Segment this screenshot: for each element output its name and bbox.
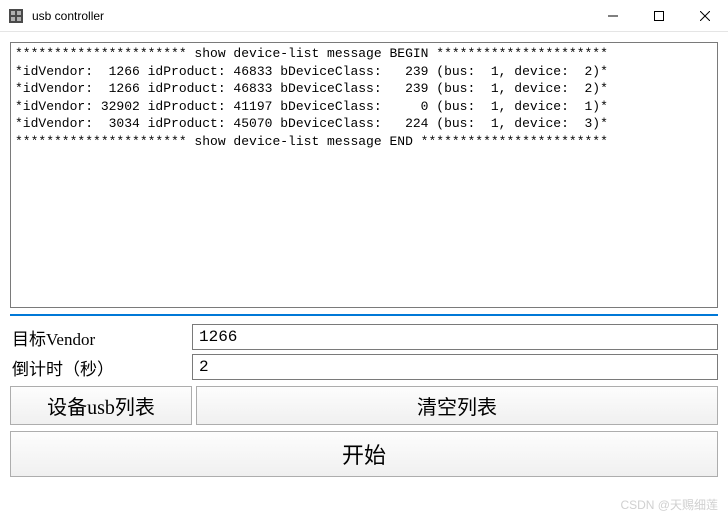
close-button[interactable] [682, 0, 728, 31]
content-area: ********************** show device-list … [0, 32, 728, 519]
separator [10, 314, 718, 316]
title-bar: usb controller [0, 0, 728, 32]
start-button[interactable]: 开始 [10, 431, 718, 477]
vendor-row: 目标Vendor [10, 324, 718, 350]
maximize-button[interactable] [636, 0, 682, 31]
log-output[interactable]: ********************** show device-list … [10, 42, 718, 308]
countdown-label: 倒计时（秒） [10, 355, 192, 380]
vendor-label: 目标Vendor [10, 325, 192, 350]
countdown-input[interactable] [192, 354, 718, 380]
window-title: usb controller [32, 9, 590, 23]
clear-list-button[interactable]: 清空列表 [196, 386, 718, 425]
app-icon [8, 8, 24, 24]
list-devices-button[interactable]: 设备usb列表 [10, 386, 192, 425]
vendor-input[interactable] [192, 324, 718, 350]
button-row: 设备usb列表 清空列表 [10, 386, 718, 425]
minimize-button[interactable] [590, 0, 636, 31]
countdown-row: 倒计时（秒） [10, 354, 718, 380]
window-controls [590, 0, 728, 31]
